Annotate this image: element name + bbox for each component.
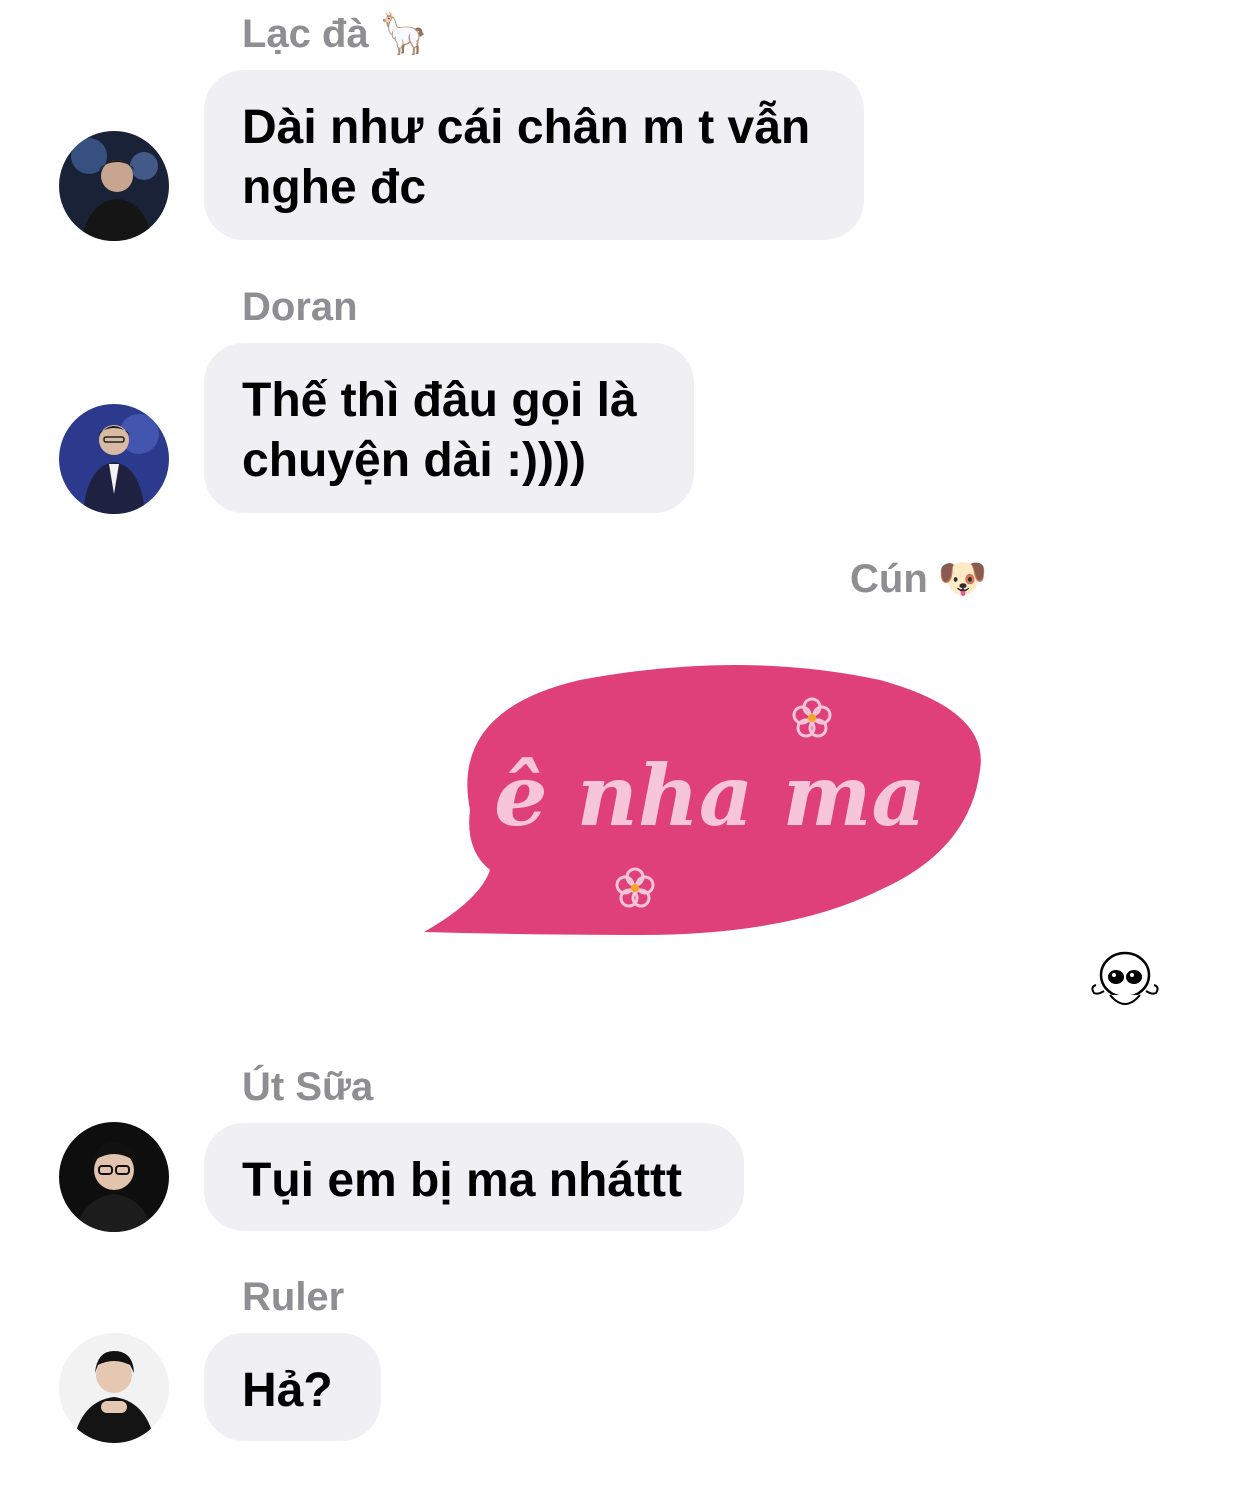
dog-emoji-icon: 🐶: [937, 557, 988, 601]
message-bubble[interactable]: Dài như cái chân m t vẫn nghe đc: [204, 70, 864, 240]
message-text-line: Tụi em bị ma nháttt: [242, 1154, 683, 1207]
speech-bubble-sticker[interactable]: ê nha ma: [410, 650, 1000, 950]
sender-name: Doran: [242, 283, 358, 331]
llama-emoji-icon: 🦙: [378, 12, 429, 56]
message-text-line: Thế thì đâu gọi là: [242, 374, 637, 427]
message-bubble[interactable]: Thế thì đâu gọi là chuyện dài :)))): [204, 343, 694, 513]
message-text-line: chuyện dài :)))): [242, 434, 586, 487]
message-bubble[interactable]: Tụi em bị ma nháttt: [204, 1123, 744, 1231]
sender-name-label: Lạc đà: [242, 12, 369, 56]
sender-name-label: Doran: [242, 285, 358, 329]
sender-name: Ruler: [242, 1273, 344, 1321]
avatar[interactable]: [59, 131, 169, 241]
sticker-text: ê nha ma: [494, 746, 926, 845]
message-text-line: Hả?: [242, 1364, 333, 1417]
sender-name: Cún 🐶: [850, 555, 988, 603]
sender-name: Lạc đà 🦙: [242, 10, 429, 58]
sender-name-label: Út Sữa: [242, 1065, 374, 1109]
message-text-line: Dài như cái chân m t vẫn: [242, 101, 811, 154]
sender-name-label: Ruler: [242, 1275, 345, 1319]
seen-avatar-icon: [1088, 945, 1162, 1017]
avatar[interactable]: [59, 1333, 169, 1443]
avatar[interactable]: [59, 404, 169, 514]
avatar[interactable]: [59, 1122, 169, 1232]
sender-name: Út Sữa: [242, 1063, 373, 1111]
sender-name-label: Cún: [850, 557, 928, 601]
message-bubble[interactable]: Hả?: [204, 1333, 381, 1441]
message-text-line: nghe đc: [242, 161, 427, 214]
